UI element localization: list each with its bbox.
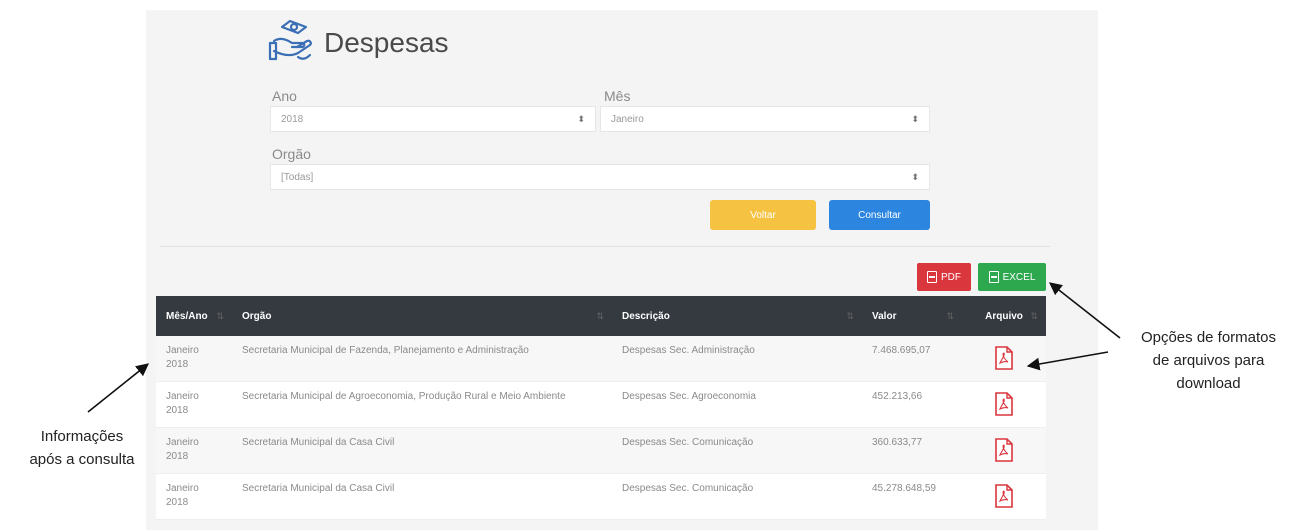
cell-file — [962, 428, 1046, 473]
cell-description: Despesas Sec. Agroeconomia — [622, 391, 756, 402]
arrow-to-rows — [87, 363, 149, 413]
cell-org: Secretaria Municipal da Casa Civil — [242, 437, 395, 448]
org-select-value: [Todas] — [281, 171, 314, 183]
year-select-value: 2018 — [281, 113, 304, 125]
query-button[interactable]: Consultar — [829, 200, 930, 230]
select-caret-icon: ⬍ — [911, 113, 919, 124]
sort-icon: ⇅ — [596, 310, 604, 321]
screenshot-stage: Despesas Ano 2018 ⬍ Mês Janeiro ⬍ Orgão … — [0, 0, 1302, 530]
page-header: Despesas — [268, 16, 449, 70]
sort-icon: ⇅ — [846, 310, 854, 321]
cell-org: Secretaria Municipal de Agroeconomia, Pr… — [242, 391, 566, 402]
export-excel-button[interactable]: EXCEL — [978, 263, 1046, 291]
table-body: Janeiro 2018 Secretaria Municipal de Faze… — [156, 336, 1046, 520]
document-icon — [988, 271, 999, 283]
cell-description: Despesas Sec. Comunicação — [622, 483, 754, 494]
cell-month-year: Janeiro 2018 — [166, 437, 199, 462]
expenses-table: Mês/Ano ⇅ Orgão ⇅ Descrição ⇅ Valor ⇅ Arquiv… — [156, 296, 1046, 520]
year-label: Ano — [272, 88, 297, 104]
annotation-file-formats: Opções de formatos de arquivos para down… — [1115, 326, 1302, 395]
org-select[interactable]: [Todas] ⬍ — [270, 164, 930, 190]
pdf-file-icon[interactable] — [994, 346, 1014, 370]
export-pdf-label: PDF — [941, 271, 961, 283]
cell-value: 45.278.648,59 — [872, 483, 936, 494]
column-header-label: Descrição — [622, 310, 670, 322]
page-title: Despesas — [324, 27, 449, 58]
select-caret-icon: ⬍ — [577, 113, 585, 124]
cell-org: Secretaria Municipal da Casa Civil — [242, 483, 395, 494]
column-header-label: Arquivo — [985, 310, 1023, 322]
back-button[interactable]: Voltar — [710, 200, 816, 230]
table-row: Janeiro 2018 Secretaria Municipal de Agro… — [156, 382, 1046, 428]
annotation-line: de arquivos para — [1152, 352, 1265, 369]
cell-description: Despesas Sec. Administração — [622, 345, 755, 356]
pdf-file-icon[interactable] — [994, 438, 1014, 462]
column-header-label: Orgão — [242, 310, 272, 322]
column-header-org[interactable]: Orgão ⇅ — [232, 296, 612, 336]
pdf-file-icon[interactable] — [994, 392, 1014, 416]
month-select[interactable]: Janeiro ⬍ — [600, 106, 930, 132]
cell-value: 360.633,77 — [872, 437, 923, 448]
column-header-file[interactable]: Arquivo ⇅ — [962, 296, 1046, 336]
sort-icon: ⇅ — [216, 310, 224, 321]
annotation-line: após a consulta — [29, 451, 135, 468]
org-label: Orgão — [272, 146, 311, 162]
year-select[interactable]: 2018 ⬍ — [270, 106, 596, 132]
cell-file — [962, 474, 1046, 519]
column-header-label: Mês/Ano — [166, 310, 208, 322]
annotation-line: Informações — [40, 428, 124, 445]
column-header-description[interactable]: Descrição ⇅ — [612, 296, 862, 336]
select-caret-icon: ⬍ — [911, 171, 919, 182]
cell-description: Despesas Sec. Comunicação — [622, 437, 754, 448]
cell-value: 452.213,66 — [872, 391, 923, 402]
column-header-month-year[interactable]: Mês/Ano ⇅ — [156, 296, 232, 336]
document-icon — [927, 271, 937, 283]
table-header: Mês/Ano ⇅ Orgão ⇅ Descrição ⇅ Valor ⇅ Arquiv… — [156, 296, 1046, 336]
column-header-value[interactable]: Valor ⇅ — [862, 296, 962, 336]
table-row: Janeiro 2018 Secretaria Municipal de Faze… — [156, 336, 1046, 382]
hands-money-icon — [268, 19, 312, 61]
sort-icon: ⇅ — [1030, 310, 1038, 321]
cell-month-year: Janeiro 2018 — [166, 345, 199, 370]
sort-icon: ⇅ — [946, 310, 954, 321]
annotation-line: download — [1176, 375, 1241, 392]
cell-file — [962, 382, 1046, 427]
cell-value: 7.468.695,07 — [872, 345, 931, 356]
month-select-value: Janeiro — [611, 113, 644, 125]
table-row: Janeiro 2018 Secretaria Municipal da Casa… — [156, 428, 1046, 474]
section-divider — [160, 246, 1050, 247]
cell-month-year: Janeiro 2018 — [166, 391, 199, 416]
cell-file — [962, 336, 1046, 381]
annotation-line: Opções de formatos — [1140, 329, 1277, 346]
annotation-after-query: Informações após a consulta — [4, 425, 160, 471]
export-excel-label: EXCEL — [1002, 271, 1036, 283]
cell-month-year: Janeiro 2018 — [166, 483, 199, 508]
cell-org: Secretaria Municipal de Fazenda, Planeja… — [242, 345, 529, 356]
export-pdf-button[interactable]: PDF — [917, 263, 971, 291]
table-row: Janeiro 2018 Secretaria Municipal da Casa… — [156, 474, 1046, 520]
column-header-label: Valor — [872, 310, 897, 322]
month-label: Mês — [604, 88, 631, 104]
pdf-file-icon[interactable] — [994, 484, 1014, 508]
